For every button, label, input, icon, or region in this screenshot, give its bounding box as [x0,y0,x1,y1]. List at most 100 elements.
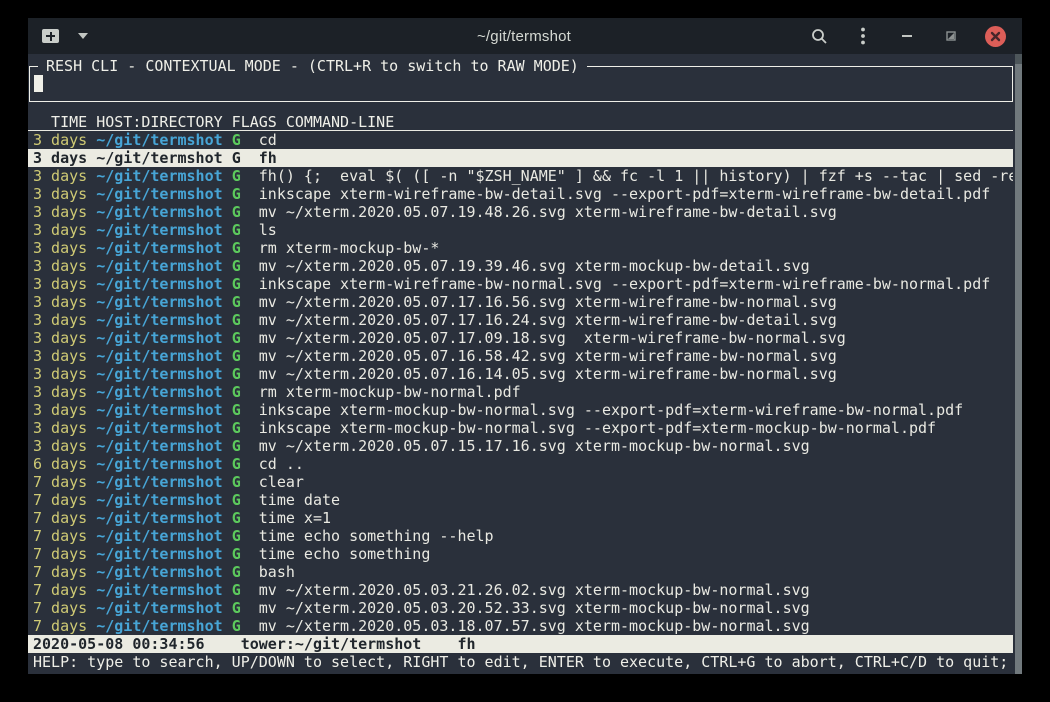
history-row[interactable]: 7 days ~/git/termshot G mv ~/xterm.2020.… [28,581,1013,599]
row-flags: G [232,203,241,221]
history-row[interactable]: 3 days ~/git/termshot G cd [28,131,1013,149]
history-row[interactable]: 7 days ~/git/termshot G bash [28,563,1013,581]
row-directory: ~/git/termshot [96,203,222,221]
row-command: clear [259,473,304,491]
row-command: inkscape xterm-mockup-bw-normal.svg --ex… [259,419,936,437]
tab-dropdown-button[interactable] [73,26,93,46]
history-row[interactable]: 7 days ~/git/termshot G time echo someth… [28,527,1013,545]
row-time: 7 days [33,581,87,599]
history-row[interactable]: 3 days ~/git/termshot G rm xterm-mockup-… [28,239,1013,257]
row-time: 3 days [33,293,87,311]
restore-icon [946,31,956,41]
row-time: 3 days [33,239,87,257]
row-time: 3 days [33,419,87,437]
row-time: 3 days [33,401,87,419]
row-directory: ~/git/termshot [96,311,222,329]
row-command: inkscape xterm-wireframe-bw-detail.svg -… [259,185,991,203]
history-row[interactable]: 7 days ~/git/termshot G time date [28,491,1013,509]
row-flags: G [232,131,241,149]
row-time: 7 days [33,599,87,617]
history-row[interactable]: 3 days ~/git/termshot G mv ~/xterm.2020.… [28,437,1013,455]
row-directory: ~/git/termshot [96,257,222,275]
status-datetime: 2020-05-08 00:34:56 [33,635,205,653]
history-row[interactable]: 3 days ~/git/termshot G ls [28,221,1013,239]
history-row[interactable]: 3 days ~/git/termshot G inkscape xterm-w… [28,275,1013,293]
history-row[interactable]: 3 days ~/git/termshot G mv ~/xterm.2020.… [28,365,1013,383]
history-row[interactable]: 7 days ~/git/termshot G mv ~/xterm.2020.… [28,617,1013,635]
row-directory: ~/git/termshot [96,167,222,185]
history-row[interactable]: 7 days ~/git/termshot G time x=1 [28,509,1013,527]
history-row[interactable]: 3 days ~/git/termshot G inkscape xterm-m… [28,419,1013,437]
row-directory: ~/git/termshot [96,581,222,599]
history-row[interactable]: 3 days ~/git/termshot G fh [28,149,1013,167]
close-button[interactable] [985,26,1006,47]
row-flags: G [232,419,241,437]
row-flags: G [232,545,241,563]
history-row[interactable]: 6 days ~/git/termshot G cd .. [28,455,1013,473]
status-location: tower:~/git/termshot [241,635,422,653]
scrollbar[interactable] [1015,54,1022,674]
minimize-button[interactable] [897,26,917,46]
text-cursor [34,75,43,92]
row-flags: G [232,275,241,293]
history-row[interactable]: 3 days ~/git/termshot G mv ~/xterm.2020.… [28,203,1013,221]
row-time: 3 days [33,131,87,149]
menu-button[interactable] [853,26,873,46]
row-flags: G [232,401,241,419]
row-flags: G [232,383,241,401]
row-flags: G [232,149,241,167]
row-command: ls [259,221,277,239]
row-time: 3 days [33,365,87,383]
row-command: time x=1 [259,509,331,527]
new-tab-icon [42,29,59,43]
row-directory: ~/git/termshot [96,131,222,149]
row-command: inkscape xterm-mockup-bw-normal.svg --ex… [259,401,963,419]
history-row[interactable]: 7 days ~/git/termshot G time echo someth… [28,545,1013,563]
history-row[interactable]: 7 days ~/git/termshot G mv ~/xterm.2020.… [28,599,1013,617]
history-row[interactable]: 3 days ~/git/termshot G fh() {; eval $( … [28,167,1013,185]
history-list: 3 days ~/git/termshot G cd3 days ~/git/t… [28,131,1013,635]
titlebar[interactable]: ~/git/termshot [28,18,1022,54]
row-directory: ~/git/termshot [96,419,222,437]
row-directory: ~/git/termshot [96,617,222,635]
kebab-menu-icon [861,27,865,45]
row-time: 7 days [33,617,87,635]
history-row[interactable]: 3 days ~/git/termshot G mv ~/xterm.2020.… [28,311,1013,329]
search-input[interactable]: RESH CLI - CONTEXTUAL MODE - (CTRL+R to … [29,66,1013,102]
row-command: mv ~/xterm.2020.05.07.17.16.24.svg xterm… [259,311,837,329]
row-time: 7 days [33,509,87,527]
history-row[interactable]: 3 days ~/git/termshot G mv ~/xterm.2020.… [28,347,1013,365]
history-row[interactable]: 3 days ~/git/termshot G inkscape xterm-m… [28,401,1013,419]
history-row[interactable]: 7 days ~/git/termshot G clear [28,473,1013,491]
row-command: mv ~/xterm.2020.05.07.15.17.16.svg xterm… [259,437,810,455]
history-row[interactable]: 3 days ~/git/termshot G inkscape xterm-w… [28,185,1013,203]
search-panel-legend: RESH CLI - CONTEXTUAL MODE - (CTRL+R to … [38,57,587,75]
help-bar: HELP: type to search, UP/DOWN to select,… [28,653,1013,671]
history-row[interactable]: 3 days ~/git/termshot G rm xterm-mockup-… [28,383,1013,401]
minimize-icon [902,35,912,37]
history-row[interactable]: 3 days ~/git/termshot G mv ~/xterm.2020.… [28,257,1013,275]
window-title: ~/git/termshot [262,28,786,45]
row-time: 3 days [33,149,87,167]
row-command: mv ~/xterm.2020.05.03.18.07.57.svg xterm… [259,617,810,635]
search-button[interactable] [809,26,829,46]
row-directory: ~/git/termshot [96,221,222,239]
row-time: 3 days [33,257,87,275]
terminal-screen: RESH CLI - CONTEXTUAL MODE - (CTRL+R to … [28,54,1022,674]
restore-button[interactable] [941,26,961,46]
row-directory: ~/git/termshot [96,527,222,545]
row-flags: G [232,455,241,473]
row-time: 7 days [33,473,87,491]
row-flags: G [232,473,241,491]
row-time: 7 days [33,527,87,545]
row-command: time date [259,491,340,509]
new-tab-button[interactable] [42,29,59,43]
history-row[interactable]: 3 days ~/git/termshot G mv ~/xterm.2020.… [28,329,1013,347]
row-time: 3 days [33,347,87,365]
row-time: 3 days [33,221,87,239]
history-row[interactable]: 3 days ~/git/termshot G mv ~/xterm.2020.… [28,293,1013,311]
row-flags: G [232,167,241,185]
row-flags: G [232,617,241,635]
row-directory: ~/git/termshot [96,365,222,383]
row-time: 3 days [33,167,87,185]
